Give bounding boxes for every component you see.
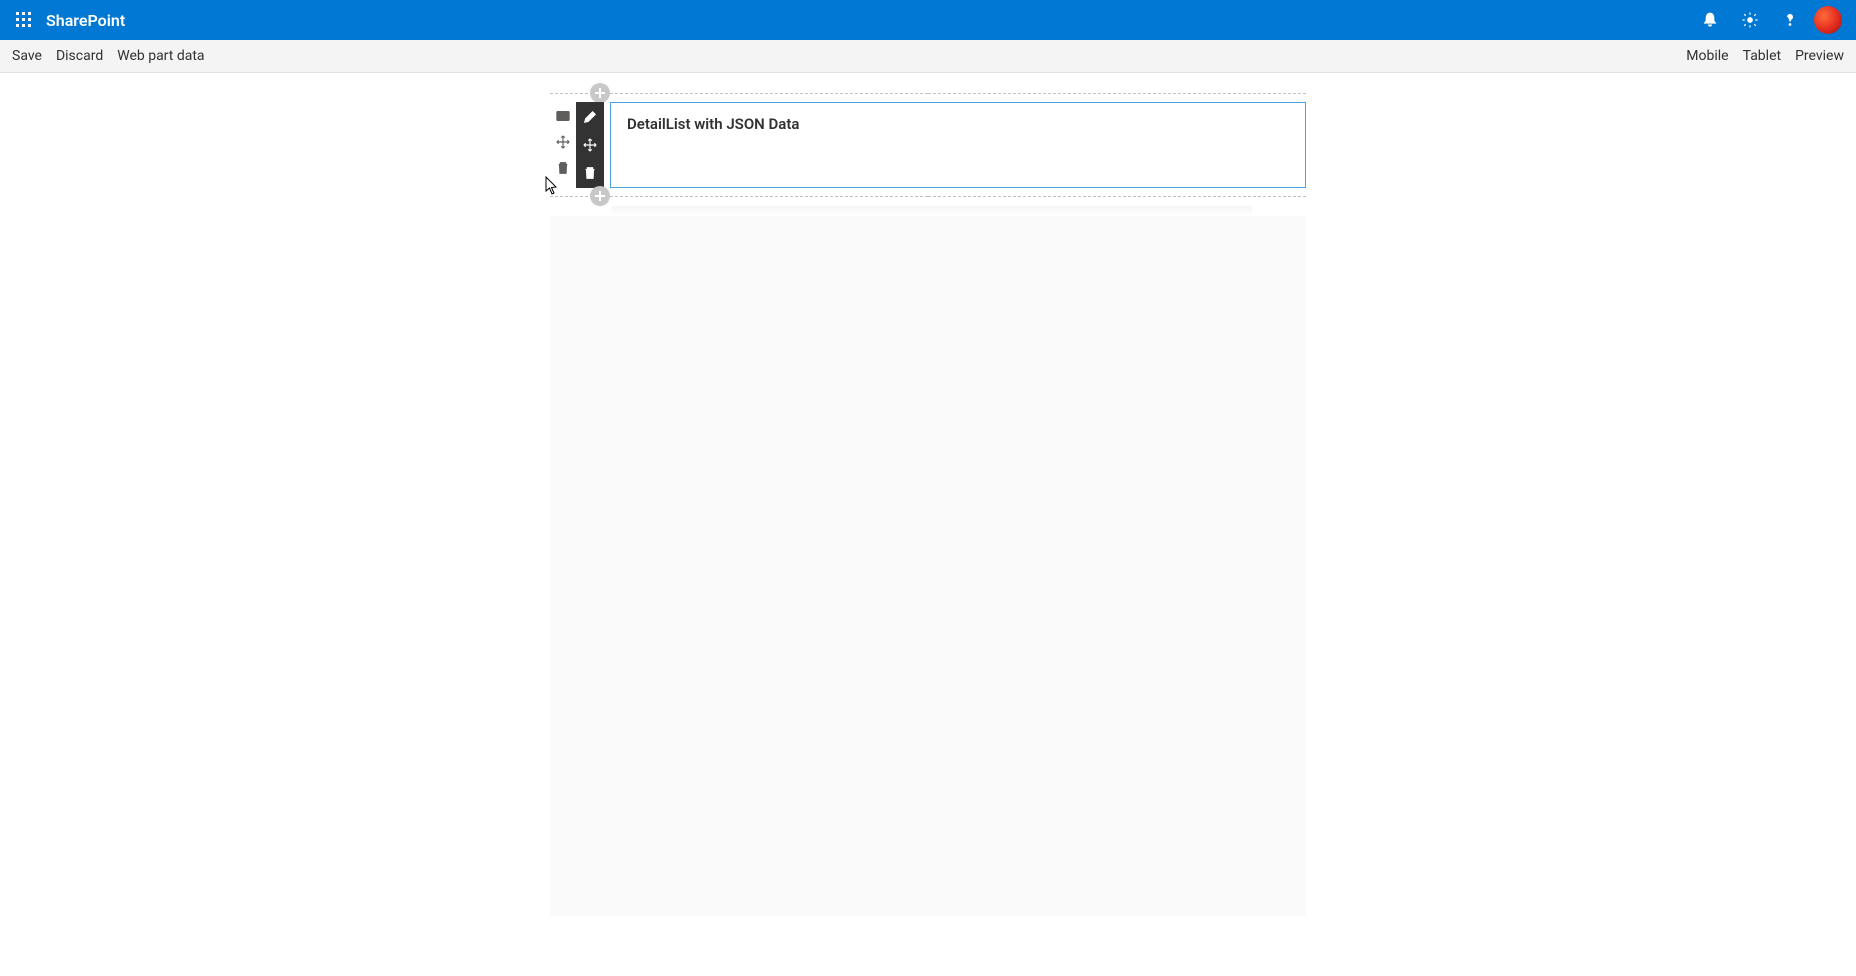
webpart-move-icon[interactable] xyxy=(581,136,599,154)
webpart-edit-icon[interactable] xyxy=(581,108,599,126)
add-section-button-bottom[interactable] xyxy=(590,186,610,206)
command-bar: Save Discard Web part data Mobile Tablet… xyxy=(0,40,1856,73)
cmd-discard[interactable]: Discard xyxy=(56,48,103,64)
section-move-icon[interactable] xyxy=(555,134,571,150)
user-avatar[interactable] xyxy=(1814,6,1842,34)
notifications-icon[interactable] xyxy=(1690,0,1730,40)
app-launcher-icon[interactable] xyxy=(8,4,40,36)
section-toolbar xyxy=(550,102,576,188)
empty-canvas[interactable] xyxy=(550,216,1306,916)
webpart-title: DetailList with JSON Data xyxy=(627,115,1289,133)
section-delete-icon[interactable] xyxy=(555,160,571,176)
cmd-preview[interactable]: Preview xyxy=(1795,48,1844,64)
section-row: DetailList with JSON Data xyxy=(550,102,1306,188)
cmd-tablet[interactable]: Tablet xyxy=(1743,48,1781,64)
section-edit-icon[interactable] xyxy=(555,108,571,124)
add-section-line-top xyxy=(550,83,1306,103)
page-canvas: DetailList with JSON Data xyxy=(550,83,1306,976)
suite-header: SharePoint xyxy=(0,0,1856,40)
help-icon[interactable] xyxy=(1770,0,1810,40)
cmd-save[interactable]: Save xyxy=(12,48,42,64)
settings-gear-icon[interactable] xyxy=(1730,0,1770,40)
add-section-line-bottom xyxy=(550,186,1306,206)
webpart-container[interactable]: DetailList with JSON Data xyxy=(610,102,1306,188)
section-shadow xyxy=(612,206,1252,216)
cmd-webpartdata[interactable]: Web part data xyxy=(117,48,204,64)
cmd-mobile[interactable]: Mobile xyxy=(1686,48,1728,64)
canvas-area: DetailList with JSON Data xyxy=(0,73,1856,976)
webpart-delete-icon[interactable] xyxy=(581,164,599,182)
webpart-toolbar xyxy=(576,102,604,188)
brand-label[interactable]: SharePoint xyxy=(46,11,125,30)
add-section-button[interactable] xyxy=(590,83,610,103)
